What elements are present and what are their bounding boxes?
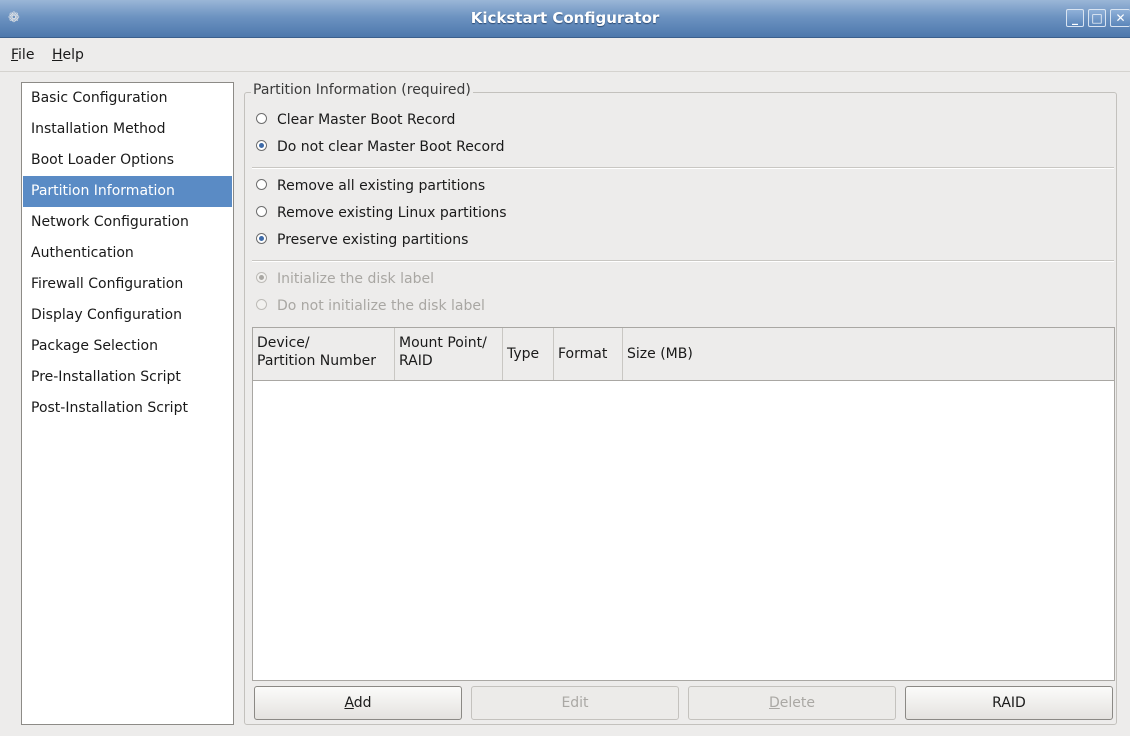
sidebar-item-installation-method[interactable]: Installation Method <box>23 114 232 145</box>
column-header-mount-point[interactable]: Mount Point/ RAID <box>395 328 503 380</box>
add-button-mnemonic: A <box>344 695 354 711</box>
column-header-device-line2: Partition Number <box>257 353 377 369</box>
minimize-icon[interactable]: _ <box>1066 9 1084 27</box>
close-icon[interactable]: ✕ <box>1110 9 1130 27</box>
radio-preserve[interactable]: Preserve existing partitions <box>256 230 468 250</box>
radio-no-clear-mbr-label: Do not clear Master Boot Record <box>277 139 505 155</box>
radio-remove-all-label: Remove all existing partitions <box>277 178 486 194</box>
title-bar[interactable]: ❁ Kickstart Configurator _ □ ✕ <box>0 0 1130 38</box>
radio-checked-icon <box>256 232 267 244</box>
menu-file-label: ile <box>18 47 35 63</box>
radio-no-init-disk-label[interactable]: Do not initialize the disk label <box>256 296 485 316</box>
radio-clear-mbr-label: Clear Master Boot Record <box>277 112 456 128</box>
radio-unchecked-icon <box>256 298 267 310</box>
table-header: Device/ Partition Number Mount Point/ RA… <box>253 328 1114 381</box>
radio-remove-all[interactable]: Remove all existing partitions <box>256 176 485 196</box>
radio-checked-icon <box>256 271 267 283</box>
sidebar-item-firewall-configuration[interactable]: Firewall Configuration <box>23 269 232 300</box>
menu-help[interactable]: Help <box>52 47 84 63</box>
column-header-mount-line1: Mount Point/ <box>399 335 487 351</box>
sidebar-item-partition-information[interactable]: Partition Information <box>23 176 232 207</box>
radio-remove-linux-label: Remove existing Linux partitions <box>277 205 507 221</box>
raid-button[interactable]: RAID <box>905 686 1113 720</box>
window-title: Kickstart Configurator <box>470 9 660 27</box>
sidebar-item-package-selection[interactable]: Package Selection <box>23 331 232 362</box>
sidebar-item-pre-installation-script[interactable]: Pre-Installation Script <box>23 362 232 393</box>
radio-clear-mbr[interactable]: Clear Master Boot Record <box>256 110 455 130</box>
partition-table[interactable]: Device/ Partition Number Mount Point/ RA… <box>252 327 1115 681</box>
column-header-mount-line2: RAID <box>399 353 433 369</box>
column-header-format[interactable]: Format <box>554 328 623 380</box>
separator <box>252 167 1114 169</box>
radio-unchecked-icon <box>256 205 267 217</box>
radio-remove-linux[interactable]: Remove existing Linux partitions <box>256 203 507 223</box>
edit-button[interactable]: Edit <box>471 686 679 720</box>
sidebar-item-authentication[interactable]: Authentication <box>23 238 232 269</box>
menu-bar: File Help <box>0 38 1130 72</box>
sidebar-item-network-configuration[interactable]: Network Configuration <box>23 207 232 238</box>
column-header-device-line1: Device/ <box>257 335 310 351</box>
column-header-device[interactable]: Device/ Partition Number <box>253 328 395 380</box>
add-button[interactable]: Add <box>254 686 462 720</box>
radio-init-disk-label[interactable]: Initialize the disk label <box>256 269 434 289</box>
menu-help-mnemonic: H <box>52 47 63 63</box>
radio-checked-icon <box>256 139 267 151</box>
frame-label: Partition Information (required) <box>251 82 473 98</box>
column-header-size[interactable]: Size (MB) <box>623 328 1114 380</box>
delete-button-label: elete <box>779 695 815 711</box>
sidebar-item-display-configuration[interactable]: Display Configuration <box>23 300 232 331</box>
maximize-icon[interactable]: □ <box>1088 9 1106 27</box>
radio-unchecked-icon <box>256 178 267 190</box>
add-button-label: dd <box>353 695 372 711</box>
sidebar-item-post-installation-script[interactable]: Post-Installation Script <box>23 393 232 424</box>
sidebar-list[interactable]: Basic Configuration Installation Method … <box>21 82 234 725</box>
column-header-type[interactable]: Type <box>503 328 554 380</box>
radio-no-init-disk-label-label: Do not initialize the disk label <box>277 298 485 314</box>
separator <box>252 260 1114 262</box>
sidebar-item-boot-loader-options[interactable]: Boot Loader Options <box>23 145 232 176</box>
sidebar-item-basic-configuration[interactable]: Basic Configuration <box>23 83 232 114</box>
menu-file[interactable]: File <box>11 47 34 63</box>
delete-button[interactable]: Delete <box>688 686 896 720</box>
radio-unchecked-icon <box>256 112 267 124</box>
menu-help-label: elp <box>62 47 84 63</box>
radio-no-clear-mbr[interactable]: Do not clear Master Boot Record <box>256 137 504 157</box>
menu-file-mnemonic: F <box>11 47 19 63</box>
radio-preserve-label: Preserve existing partitions <box>277 232 469 248</box>
delete-button-mnemonic: D <box>769 695 780 711</box>
radio-init-disk-label-label: Initialize the disk label <box>277 271 434 287</box>
